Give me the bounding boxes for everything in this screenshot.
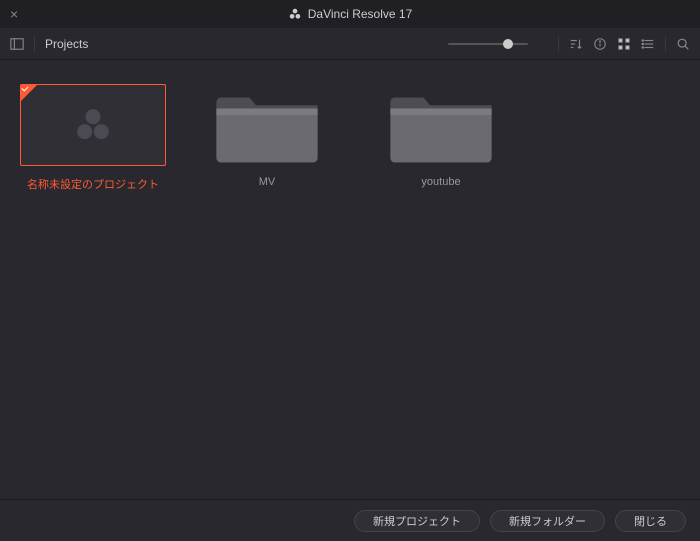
folder-thumbnail — [194, 84, 340, 166]
divider — [665, 36, 666, 52]
divider — [558, 36, 559, 52]
close-icon[interactable]: × — [10, 7, 18, 21]
checkmark-badge-icon — [21, 85, 37, 101]
search-icon[interactable] — [676, 37, 690, 51]
toolbar: Projects — [0, 28, 700, 60]
folder-label: MV — [259, 176, 276, 188]
project-thumbnail — [20, 84, 166, 166]
new-folder-button[interactable]: 新規フォルダー — [490, 510, 605, 532]
project-grid: 名称未設定のプロジェクト MV youtube — [0, 60, 700, 216]
folder-item[interactable]: MV — [194, 84, 340, 188]
grid-view-icon[interactable] — [617, 37, 631, 51]
folder-icon — [212, 86, 322, 164]
close-button[interactable]: 閉じる — [615, 510, 686, 532]
davinci-logo-icon — [73, 105, 113, 145]
info-icon[interactable] — [593, 37, 607, 51]
footer: 新規プロジェクト 新規フォルダー 閉じる — [0, 499, 700, 541]
divider — [34, 36, 35, 52]
thumbnail-size-slider[interactable] — [448, 43, 548, 45]
folder-icon — [386, 86, 496, 164]
sort-icon[interactable] — [569, 37, 583, 51]
project-item[interactable]: 名称未設定のプロジェクト — [20, 84, 166, 192]
app-title-text: DaVinci Resolve 17 — [308, 7, 413, 21]
breadcrumb: Projects — [45, 37, 88, 51]
folder-item[interactable]: youtube — [368, 84, 514, 188]
titlebar: × DaVinci Resolve 17 — [0, 0, 700, 28]
folder-thumbnail — [368, 84, 514, 166]
davinci-logo-icon — [288, 7, 302, 21]
new-project-button[interactable]: 新規プロジェクト — [354, 510, 480, 532]
app-title: DaVinci Resolve 17 — [288, 7, 413, 21]
folder-label: youtube — [421, 176, 460, 188]
list-view-icon[interactable] — [641, 37, 655, 51]
sidebar-toggle-icon[interactable] — [10, 37, 24, 51]
project-label: 名称未設定のプロジェクト — [27, 176, 159, 192]
